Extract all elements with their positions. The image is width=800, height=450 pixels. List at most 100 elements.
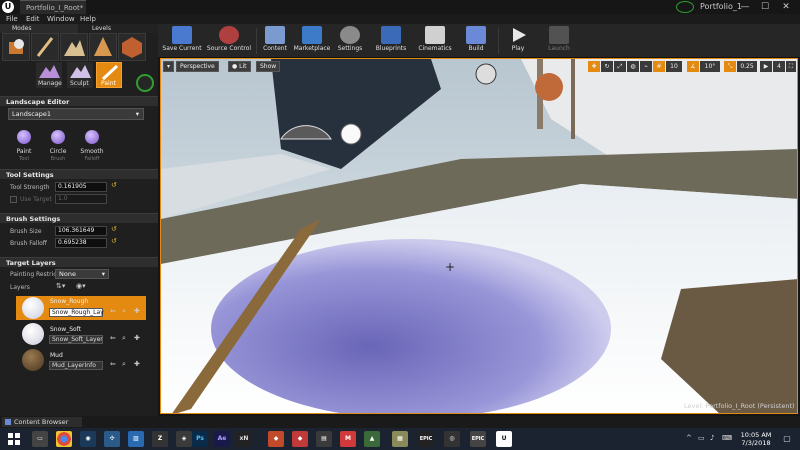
arrow-left-icon[interactable]: ⇐ — [110, 334, 116, 342]
tool-strength-input[interactable]: 0.161905 — [55, 182, 107, 192]
layer-sort-icon[interactable]: ⇅▾ — [56, 282, 65, 290]
world-space-icon[interactable]: ◍ — [627, 61, 639, 72]
chrome-icon[interactable] — [56, 431, 72, 447]
landscape-dropdown[interactable]: Landscape1 ▾ — [8, 108, 144, 120]
cinematics-button[interactable]: Cinematics — [414, 25, 456, 57]
arrow-left-icon[interactable]: ⇐ — [110, 307, 116, 315]
grid-snap-icon[interactable]: # — [653, 61, 665, 72]
build-button[interactable]: Build — [460, 25, 492, 57]
viewport-options-button[interactable]: ▾ — [163, 61, 175, 72]
scale-snap-value[interactable]: 0.25 — [737, 61, 757, 72]
xnormal-icon[interactable]: xN — [236, 431, 252, 447]
layer-info-field[interactable]: Snow_Rough_Lay — [49, 308, 104, 317]
painting-restriction-dropdown[interactable]: None ▾ — [55, 269, 109, 279]
network-icon[interactable]: ▭ — [698, 434, 705, 442]
content-button[interactable]: Content — [260, 25, 290, 57]
camera-speed-value[interactable]: 4 — [773, 61, 785, 72]
browse-icon[interactable]: ⌕ — [122, 360, 126, 369]
app-icon[interactable]: M — [340, 431, 356, 447]
task-view-icon[interactable]: ▭ — [32, 431, 48, 447]
brush-settings-header[interactable]: Brush Settings — [0, 213, 158, 223]
rotation-snap-value[interactable]: 10° — [700, 61, 720, 72]
reset-arrow-icon[interactable]: ↺ — [111, 237, 117, 245]
epic-launcher-icon[interactable]: EPIC — [418, 431, 434, 447]
after-effects-icon[interactable]: Ae — [214, 431, 230, 447]
paint-tool-button[interactable] — [12, 130, 36, 148]
keyboard-icon[interactable]: ⌨ — [722, 434, 732, 442]
eye-icon[interactable]: ◉▾ — [76, 282, 86, 290]
add-icon[interactable]: ✚ — [134, 360, 140, 368]
marketplace-button[interactable]: Marketplace — [292, 25, 332, 57]
app-icon[interactable]: ▨ — [128, 431, 144, 447]
use-target-checkbox[interactable] — [10, 196, 17, 203]
photoshop-icon[interactable]: Ps — [192, 431, 208, 447]
settings-button[interactable]: Settings — [334, 25, 366, 57]
menu-file[interactable]: File — [6, 14, 18, 24]
reset-arrow-icon[interactable]: ↺ — [111, 181, 117, 189]
smooth-falloff-button[interactable] — [80, 130, 104, 148]
landscape-mode-icon[interactable] — [60, 33, 88, 61]
app-icon[interactable]: ✣ — [104, 431, 120, 447]
save-current-button[interactable]: Save Current — [160, 25, 204, 57]
layer-info-field[interactable]: Mud_LayerInfo — [49, 361, 103, 370]
level-viewport[interactable]: + — [160, 58, 798, 414]
add-icon[interactable]: ✚ — [134, 307, 140, 315]
brush-size-input[interactable]: 106.361649 — [55, 226, 107, 236]
app-icon[interactable]: ◈ — [176, 431, 192, 447]
perspective-button[interactable]: Perspective — [176, 61, 219, 72]
taskbar-clock[interactable]: 10:05 AM 7/3/2018 — [738, 431, 774, 447]
layer-row-snow-rough[interactable]: Snow_Rough Snow_Rough_Lay ⇐ ⌕ ✚ — [16, 296, 146, 320]
camera-speed-icon[interactable]: ▶ — [760, 61, 772, 72]
system-tray-arrow-icon[interactable]: ^ — [686, 434, 692, 442]
show-button[interactable]: Show — [256, 61, 281, 72]
unreal-editor-task-icon[interactable]: U — [496, 431, 512, 447]
menu-window[interactable]: Window — [47, 14, 75, 24]
app-icon[interactable]: ◎ — [444, 431, 460, 447]
circle-brush-button[interactable] — [46, 130, 70, 148]
rotation-snap-icon[interactable]: ∡ — [687, 61, 699, 72]
notifications-icon[interactable]: ▢ — [780, 431, 794, 447]
maximize-viewport-icon[interactable]: ⛶ — [786, 61, 796, 72]
volume-icon[interactable]: ♪ — [710, 434, 714, 442]
app-icon[interactable]: Z — [152, 431, 168, 447]
content-browser-tab[interactable]: Content Browser — [2, 417, 82, 427]
scale-snap-icon[interactable]: ⤡ — [724, 61, 736, 72]
surface-snap-icon[interactable]: ⌁ — [640, 61, 652, 72]
app-icon[interactable]: ◆ — [292, 431, 308, 447]
layer-row-snow-soft[interactable]: Snow_Soft Snow_Soft_Layer ⇐ ⌕ ✚ — [16, 322, 146, 346]
launch-button[interactable]: Launch — [540, 25, 578, 57]
browse-icon[interactable]: ⌕ — [122, 334, 126, 343]
source-control-button[interactable]: Source Control — [205, 25, 253, 57]
lit-button[interactable]: ● Lit — [228, 61, 251, 72]
landscape-editor-header[interactable]: Landscape Editor — [0, 96, 158, 106]
transform-mode-icon[interactable]: ✚ — [588, 61, 600, 72]
tool-settings-header[interactable]: Tool Settings — [0, 169, 158, 179]
app-icon[interactable]: ▤ — [316, 431, 332, 447]
paint-brush-mode-icon[interactable] — [31, 33, 59, 61]
app-icon[interactable]: ▦ — [392, 431, 408, 447]
steam-icon[interactable]: ◉ — [80, 431, 96, 447]
play-button[interactable]: Play — [502, 25, 534, 57]
menu-help[interactable]: Help — [80, 14, 96, 24]
add-icon[interactable]: ✚ — [134, 334, 140, 342]
rotate-mode-icon[interactable]: ↻ — [601, 61, 613, 72]
layer-info-field[interactable]: Snow_Soft_Layer — [49, 335, 103, 344]
blueprints-button[interactable]: Blueprints — [370, 25, 412, 57]
layer-row-mud[interactable]: Mud Mud_LayerInfo ⇐ ⌕ ✚ — [16, 348, 146, 372]
windows-start-icon[interactable] — [6, 431, 22, 447]
epic-launcher-icon-2[interactable]: EPIC — [470, 431, 486, 447]
geometry-mode-icon[interactable] — [118, 33, 146, 61]
app-icon[interactable]: ◆ — [268, 431, 284, 447]
browse-icon[interactable]: ⌕ — [122, 307, 126, 316]
menu-edit[interactable]: Edit — [26, 14, 40, 24]
maximize-button[interactable]: ☐ — [755, 0, 775, 14]
reset-arrow-icon[interactable]: ↺ — [111, 225, 117, 233]
scale-mode-icon[interactable]: ⤢ — [614, 61, 626, 72]
app-icon[interactable]: ▲ — [364, 431, 380, 447]
close-button[interactable]: ✕ — [776, 0, 796, 14]
document-tab[interactable]: Portfolio_I_Root* — [20, 0, 86, 14]
brush-falloff-input[interactable]: 0.695238 — [55, 238, 107, 248]
place-mode-icon[interactable] — [2, 33, 30, 61]
use-target-input[interactable]: 1.0 — [55, 194, 107, 204]
tab-levels[interactable]: Levels — [80, 24, 158, 33]
